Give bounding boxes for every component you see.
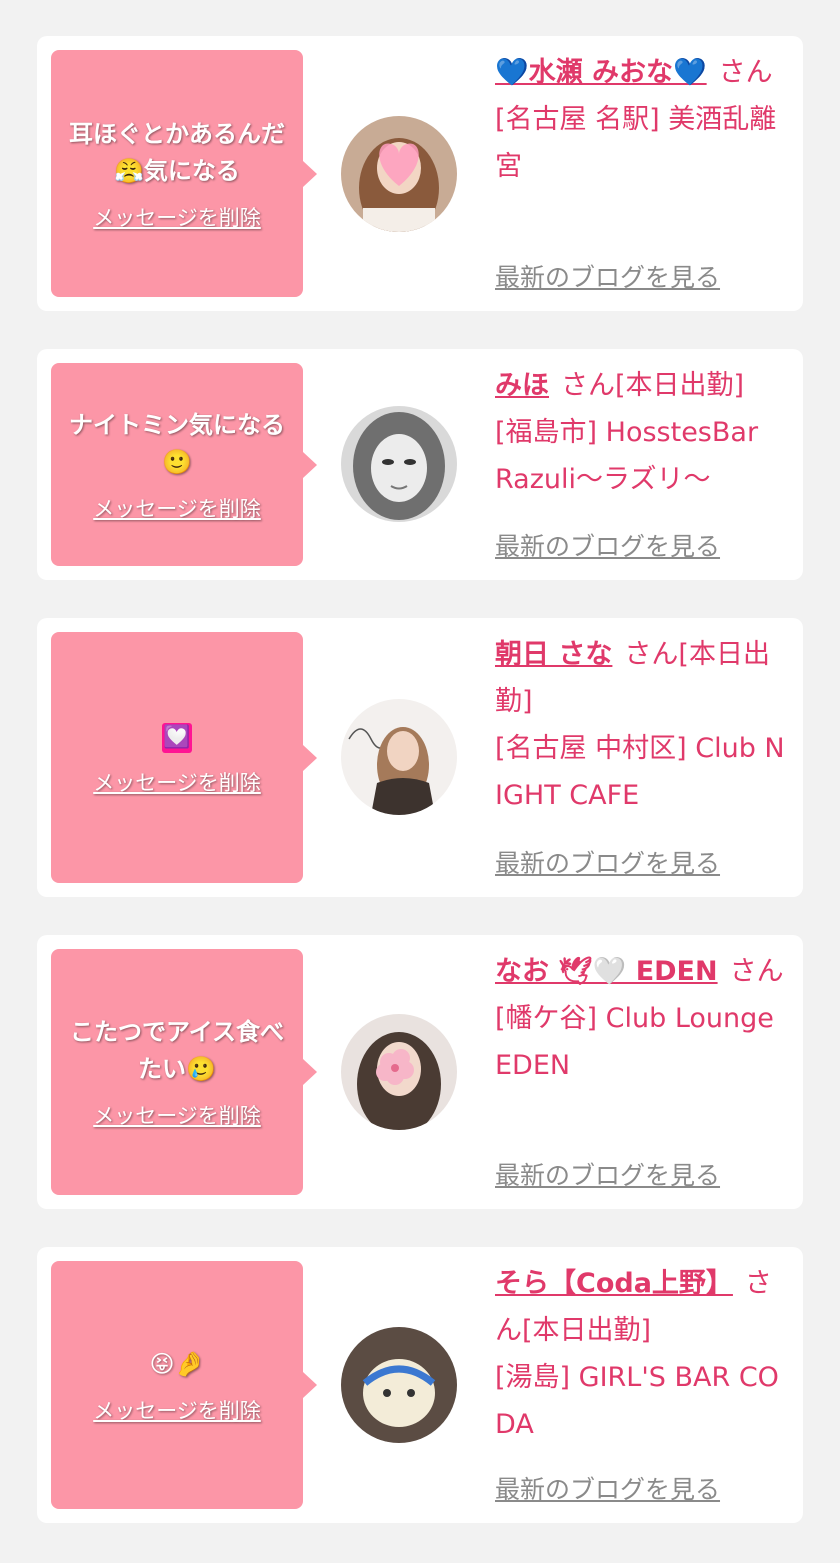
message-text: 耳ほぐとかあるんだ😤気になる [69,119,285,185]
cast-name-link[interactable]: なお 🕊🤍 EDEN [495,956,718,987]
delete-message-link[interactable]: メッセージを削除 [93,1100,261,1130]
avatar[interactable] [341,116,457,232]
message-card: ナイトミン気になる🙂 メッセージを削除 みほ さん[本日出勤] [福島市] Hos… [37,349,803,580]
message-text: こたつでアイス食べたい🥲 [69,1018,285,1083]
latest-blog-link[interactable]: 最新のブログを見る [495,527,720,563]
latest-blog-link[interactable]: 最新のブログを見る [495,844,720,880]
latest-blog-link[interactable]: 最新のブログを見る [495,258,720,294]
name-suffix: さん[本日出勤] [561,370,745,401]
delete-message-link[interactable]: メッセージを削除 [93,202,261,232]
message-bubble: 😝🤌 メッセージを削除 [51,1261,317,1509]
message-card: 😝🤌 メッセージを削除 そら【Coda上野】 さん[本日出勤] [湯島] GIRL… [37,1247,803,1523]
message-bubble: こたつでアイス食べたい🥲 メッセージを削除 [51,949,317,1195]
message-bubble: ナイトミン気になる🙂 メッセージを削除 [51,363,317,566]
cast-info: そら【Coda上野】 さん[本日出勤] [湯島] GIRL'S BAR CODA [495,1260,785,1448]
cast-info: 💙水瀬 みおな💙 さん [名古屋 名駅] 美酒乱離宮 [495,49,785,190]
shop-location: [幡ケ谷] Club Lounge EDEN [495,1003,774,1081]
cast-name-link[interactable]: そら【Coda上野】 [495,1268,733,1299]
avatar[interactable] [341,406,457,522]
message-bubble: 💟 メッセージを削除 [51,632,317,883]
avatar[interactable] [341,699,457,815]
shop-location: [湯島] GIRL'S BAR CODA [495,1362,779,1440]
heart-decoration-icon: 💟 [162,723,192,753]
cast-info: 朝日 さな さん[本日出勤] [名古屋 中村区] Club NIGHT CAFE [495,631,785,819]
name-suffix: さん [729,956,784,987]
cast-name-link[interactable]: 朝日 さな [495,639,612,670]
cast-info: みほ さん[本日出勤] [福島市] HosstesBar Razuli〜ラズリ〜 [495,362,785,503]
cast-name-link[interactable]: みほ [495,370,549,401]
cast-info: なお 🕊🤍 EDEN さん [幡ケ谷] Club Lounge EDEN [495,948,785,1089]
delete-message-link[interactable]: メッセージを削除 [93,493,261,523]
shop-location: [名古屋 名駅] 美酒乱離宮 [495,104,777,182]
cast-name-link[interactable]: 💙水瀬 みおな💙 [495,57,707,88]
shop-location: [名古屋 中村区] Club NIGHT CAFE [495,733,785,811]
shop-location: [福島市] HosstesBar Razuli〜ラズリ〜 [495,417,759,495]
message-card: こたつでアイス食べたい🥲 メッセージを削除 なお 🕊🤍 EDEN さん [幡ケ谷]… [37,935,803,1209]
message-text: ナイトミン気になる🙂 [69,410,285,476]
delete-message-link[interactable]: メッセージを削除 [93,767,261,797]
message-text: 😝🤌 [149,1349,205,1378]
delete-message-link[interactable]: メッセージを削除 [93,1395,261,1425]
message-card: 💟 メッセージを削除 朝日 さな さん[本日出勤] [名古屋 中村区] Club … [37,618,803,897]
message-text: 💟 [51,718,303,755]
latest-blog-link[interactable]: 最新のブログを見る [495,1470,720,1506]
avatar[interactable] [341,1014,457,1130]
latest-blog-link[interactable]: 最新のブログを見る [495,1156,720,1192]
message-card: 耳ほぐとかあるんだ😤気になる メッセージを削除 💙水瀬 みおな💙 さん [名古屋 … [37,36,803,311]
avatar[interactable] [341,1327,457,1443]
name-suffix: さん [718,57,773,88]
message-bubble: 耳ほぐとかあるんだ😤気になる メッセージを削除 [51,50,317,297]
